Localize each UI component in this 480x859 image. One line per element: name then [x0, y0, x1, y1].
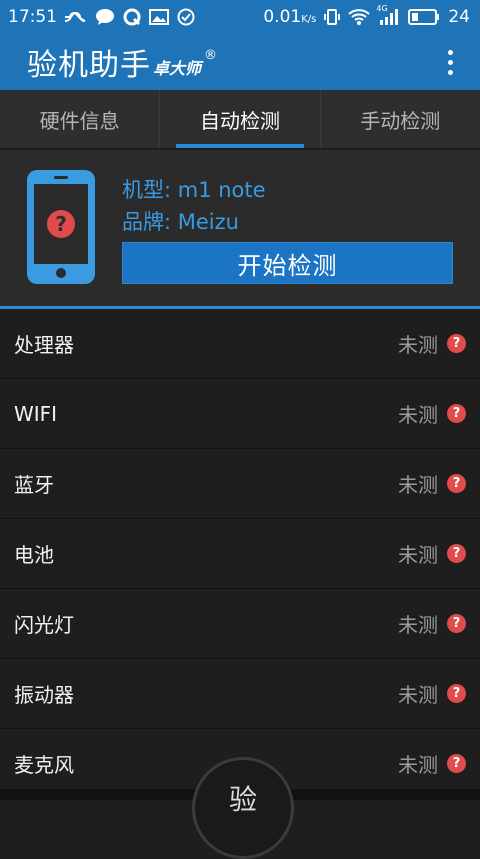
- phone-question-icon: ?: [27, 170, 95, 284]
- question-icon: ?: [447, 684, 466, 703]
- app-bar: 验机助手 卓大师 ®: [0, 34, 480, 90]
- item-name: 蓝牙: [14, 473, 54, 497]
- item-status: 未测: [398, 753, 438, 777]
- q-icon: [123, 8, 141, 26]
- list-item[interactable]: WIFI 未测 ?: [0, 379, 480, 449]
- item-status: 未测: [398, 403, 438, 427]
- item-status: 未测: [398, 613, 438, 637]
- center-verify-button[interactable]: 验: [192, 757, 294, 859]
- device-panel: ? 机型: m1 note 品牌: Meizu 开始检测: [0, 150, 480, 309]
- check-circle-icon: [177, 8, 195, 26]
- tab-bar: 硬件信息 自动检测 手动检测: [0, 90, 480, 148]
- list-item[interactable]: 电池 未测 ?: [0, 519, 480, 589]
- start-detection-button[interactable]: 开始检测: [122, 242, 453, 284]
- battery-icon: [408, 9, 440, 25]
- item-status: 未测: [398, 683, 438, 707]
- question-icon: ?: [447, 754, 466, 773]
- center-verify-label: 验: [228, 783, 257, 816]
- vibrate-icon: [324, 8, 341, 26]
- list-item[interactable]: 闪光灯 未测 ?: [0, 589, 480, 659]
- item-status: 未测: [398, 543, 438, 567]
- question-icon: ?: [447, 474, 466, 493]
- item-name: 麦克风: [14, 753, 74, 777]
- registered-mark: ®: [204, 47, 218, 63]
- signal-icon: 4G: [376, 4, 400, 26]
- test-item-list: 处理器 未测 ? WIFI 未测 ? 蓝牙 未测 ? 电池 未测 ? 闪光灯 未…: [0, 309, 480, 799]
- question-icon: ?: [447, 544, 466, 563]
- network-speed: 0.01K/s: [263, 7, 317, 27]
- infinity-icon: [65, 10, 87, 24]
- question-icon: ?: [447, 334, 466, 353]
- image-icon: [149, 9, 169, 25]
- list-item[interactable]: 蓝牙 未测 ?: [0, 449, 480, 519]
- status-time: 17:51: [8, 7, 57, 27]
- item-name: 处理器: [14, 333, 74, 357]
- item-name: 闪光灯: [14, 613, 74, 637]
- item-status: 未测: [398, 473, 438, 497]
- device-brand: 品牌: Meizu: [122, 210, 239, 234]
- item-name: 电池: [14, 543, 54, 567]
- tab-hardware-info[interactable]: 硬件信息: [0, 90, 161, 148]
- tab-manual-detect[interactable]: 手动检测: [321, 90, 480, 148]
- item-name: WIFI: [14, 401, 58, 426]
- wifi-icon: [348, 8, 371, 26]
- list-item[interactable]: 处理器 未测 ?: [0, 309, 480, 379]
- bottom-nav-bar: 验: [0, 757, 480, 859]
- battery-level: 24: [448, 7, 470, 27]
- question-icon: ?: [447, 614, 466, 633]
- item-status: 未测: [398, 333, 438, 357]
- list-item[interactable]: 振动器 未测 ?: [0, 659, 480, 729]
- svg-text:?: ?: [55, 212, 67, 236]
- item-name: 振动器: [14, 683, 74, 707]
- device-model: 机型: m1 note: [122, 178, 266, 202]
- chat-icon: [95, 8, 115, 26]
- question-icon: ?: [447, 404, 466, 423]
- overflow-menu-icon[interactable]: [438, 44, 462, 80]
- tab-auto-detect[interactable]: 自动检测: [160, 90, 321, 148]
- app-title: 验机助手: [27, 48, 151, 83]
- status-bar: 17:51 0.01K/s 4G 24: [0, 0, 480, 34]
- app-subtitle: 卓大师: [153, 59, 202, 78]
